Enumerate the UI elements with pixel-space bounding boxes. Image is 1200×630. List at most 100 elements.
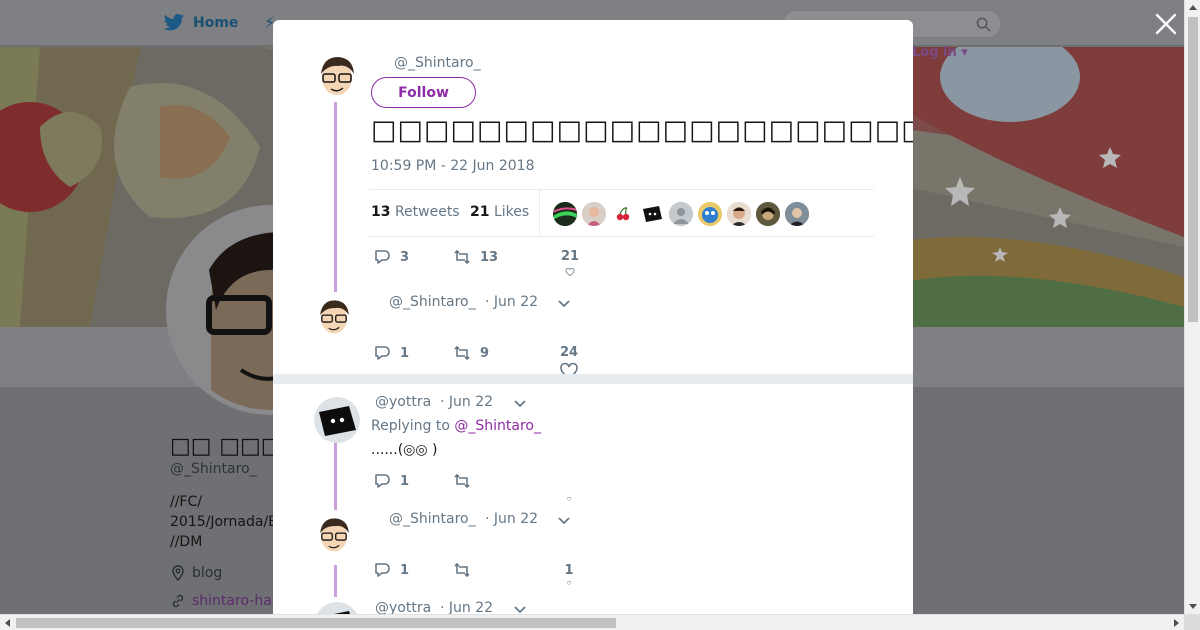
reply-button[interactable]: 1 [373,473,409,489]
cherry-icon [611,202,635,226]
like-count: 1 [564,563,574,578]
twitter-bird-icon [163,14,185,31]
reply-date[interactable]: · Jun 22 [440,600,493,614]
reply-handle[interactable]: @_Shintaro_ [389,294,476,310]
heart-icon [566,581,572,585]
follow-button[interactable]: Follow [371,77,476,108]
reply-handle[interactable]: @_Shintaro_ [389,511,476,527]
retweet-button[interactable] [453,562,471,578]
profile-handle: @_Shintaro_ [170,461,257,477]
horizontal-scrollbar[interactable] [0,614,1184,630]
replying-to-label: Replying to [371,418,450,434]
tweet-text: □□□□□□□□□□□□□□□□□□□□□□□□□□□□□□□□□□□□□□□□… [371,115,913,146]
horizontal-scrollbar-thumb[interactable] [16,618,616,628]
scroll-left-arrow-icon[interactable] [5,619,10,627]
scroll-down-arrow-icon[interactable] [1189,604,1197,609]
retweet-icon [454,473,470,489]
retweet-icon [454,562,470,578]
reply-text: ......(◎◎ ) [371,442,438,458]
retweet-button[interactable] [453,473,471,489]
reply-author-avatar[interactable] [314,602,360,614]
liker-avatar[interactable] [553,202,577,226]
reply-button[interactable]: 3 [373,249,409,265]
liker-avatar[interactable] [669,202,693,226]
tweet-permalink-modal: @_Shintaro_ Follow □□□□□□□□□□□□□□□□□□□□□… [273,20,913,614]
replying-to-handle[interactable]: @_Shintaro_ [454,418,541,434]
thread-line [334,442,337,510]
likes-stat-label: Likes [493,204,530,220]
reply-handle[interactable]: @yottra [375,394,431,410]
close-modal-button[interactable] [1154,12,1178,36]
reply-count: 3 [400,249,410,265]
reply-date[interactable]: · Jun 22 [440,394,493,410]
reply-author-avatar[interactable] [314,397,360,443]
profile-website-link[interactable]: shintaro-ha [170,593,272,609]
location-pin-icon [172,565,184,581]
author-avatar[interactable] [314,52,360,98]
liker-avatar-image [756,202,780,226]
liker-avatar[interactable] [756,202,780,226]
like-count: 24 [560,345,579,360]
chevron-down-icon[interactable] [557,299,571,309]
reply-handle[interactable]: @yottra [375,600,431,614]
liker-avatar[interactable] [698,202,722,226]
liker-avatar-image [785,202,809,226]
stats-divider [539,190,540,236]
avatar-black-box-face [314,397,360,443]
search-icon [976,17,991,32]
chevron-down-icon[interactable] [513,605,527,614]
scroll-right-arrow-icon[interactable] [1174,619,1179,627]
replying-to: Replying to @_Shintaro_ [371,418,541,434]
reply-date[interactable]: · Jun 22 [485,511,538,527]
reply-count: 1 [400,473,410,489]
thread-line [334,102,337,292]
retweets-stat-count: 13 [371,204,391,220]
close-icon [1155,13,1177,35]
liker-avatar-image [698,202,722,226]
likes-stat[interactable]: 21 Likes [470,204,529,220]
nav-home-label: Home [193,15,239,31]
reply-icon [375,346,390,360]
reply-button[interactable]: 1 [373,345,409,361]
scrollbar-corner [1184,614,1200,630]
reply-author-avatar[interactable] [314,296,354,336]
vertical-scrollbar[interactable] [1184,0,1200,614]
profile-website-text: shintaro-ha [192,593,272,609]
reply-icon [375,474,390,488]
liker-avatar[interactable] [582,202,606,226]
retweets-stat[interactable]: 13 Retweets [371,204,460,220]
like-button[interactable]: 21 [561,249,579,276]
liker-avatar[interactable] [640,202,664,226]
like-button[interactable] [560,497,578,501]
retweet-count: 9 [480,345,490,361]
login-menu[interactable]: Log in ▾ [912,45,968,60]
chevron-down-icon[interactable] [557,516,571,526]
reply-icon [375,250,390,264]
avatar-cartoon-face [314,52,360,98]
liker-avatar[interactable] [727,202,751,226]
reply-button[interactable]: 1 [373,562,409,578]
profile-bio-line: 2015/Jornada/E [170,514,278,530]
retweet-button[interactable]: 9 [453,345,489,361]
profile-bio: //FC/ 2015/Jornada/E //DM [170,492,277,552]
reply-date[interactable]: · Jun 22 [485,294,538,310]
liker-avatar-image [553,202,577,226]
reply-author-avatar[interactable] [314,514,354,554]
author-handle[interactable]: @_Shintaro_ [394,55,481,71]
link-icon [172,594,184,608]
profile-display-name: □□ □□□ [170,434,282,459]
like-button[interactable]: 1 [560,563,578,585]
retweet-icon [454,249,470,265]
profile-bio-line: //FC/ [170,494,202,510]
tweet-timestamp[interactable]: 10:59 PM - 22 Jun 2018 [371,158,535,174]
retweet-button[interactable]: 13 [453,249,498,265]
vertical-scrollbar-thumb[interactable] [1188,17,1198,322]
scroll-up-arrow-icon[interactable] [1189,5,1197,10]
liker-avatar-image [640,202,664,226]
liker-avatar[interactable] [611,202,635,226]
heart-icon [565,268,575,276]
liker-avatar[interactable] [785,202,809,226]
nav-home-link[interactable]: Home [163,13,238,33]
chevron-down-icon[interactable] [513,399,527,409]
thread-divider [273,374,913,384]
